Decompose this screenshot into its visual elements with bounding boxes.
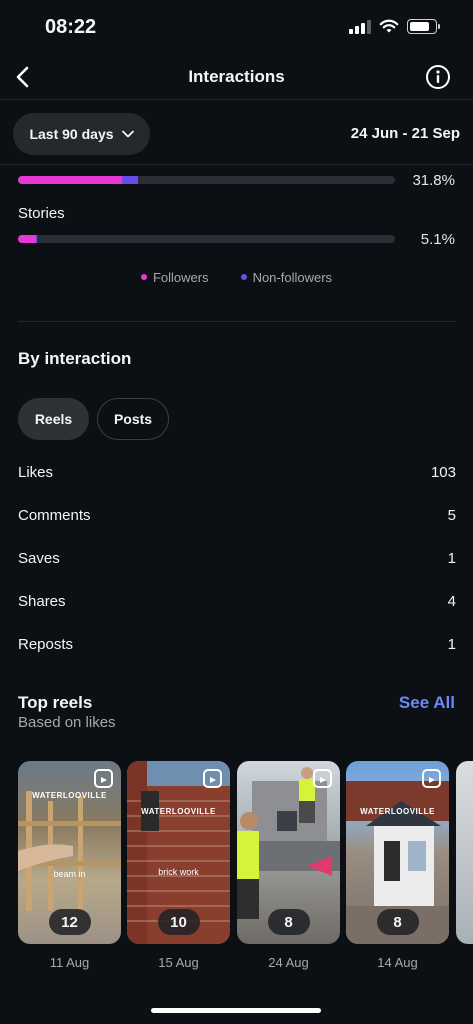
reel-icon — [422, 769, 441, 788]
reel-like-count: 12 — [48, 909, 91, 935]
section-divider — [18, 321, 455, 322]
reel-like-count: 8 — [267, 909, 310, 935]
stories-bar-row: Stories 5.1% — [18, 205, 458, 251]
reel-thumbnail[interactable]: WATERLOOVILLE 8 — [346, 761, 449, 944]
metric-value: 1 — [447, 636, 456, 653]
status-time: 08:22 — [45, 16, 97, 38]
posts-bar-row: 31.8% — [18, 167, 458, 197]
reel-thumbnail-partial[interactable] — [456, 761, 473, 944]
metric-saves: Saves 1 — [18, 550, 456, 570]
cellular-signal-icon — [349, 19, 371, 34]
non-followers-segment — [122, 176, 138, 184]
metric-label: Shares — [18, 593, 66, 610]
posts-progress-bar — [18, 176, 395, 184]
reel-brand-text: WATERLOOVILLE — [32, 791, 107, 800]
metric-value: 4 — [447, 593, 456, 610]
followers-segment — [18, 235, 36, 243]
reel-thumbnail[interactable]: WATERLOOVILLE brick work 10 — [127, 761, 230, 944]
stories-percent: 5.1% — [420, 231, 455, 248]
top-reels-subtitle: Based on likes — [18, 714, 116, 731]
reel-date: 15 Aug — [158, 955, 199, 970]
reel-date: 24 Aug — [268, 955, 309, 970]
posts-percent: 31.8% — [412, 172, 455, 189]
see-all-link[interactable]: See All — [399, 693, 455, 713]
reel-like-count: 8 — [376, 909, 419, 935]
stories-progress-bar — [18, 235, 395, 243]
metric-label: Saves — [18, 550, 60, 567]
by-interaction-title: By interaction — [18, 349, 132, 368]
wifi-icon — [379, 19, 399, 33]
tab-posts[interactable]: Posts — [97, 398, 169, 440]
metric-value: 5 — [447, 507, 456, 524]
legend-non-followers: Non-followers — [240, 270, 332, 285]
reel-date: 14 Aug — [377, 955, 418, 970]
metric-comments: Comments 5 — [18, 507, 456, 527]
date-range-text: 24 Jun - 21 Sep — [350, 125, 460, 142]
stories-label: Stories — [18, 205, 65, 222]
metric-label: Reposts — [18, 636, 74, 653]
reel-thumbnail[interactable]: 8 — [237, 761, 340, 944]
reel-brand-text: WATERLOOVILLE — [141, 807, 216, 816]
followers-segment — [18, 176, 123, 184]
metric-label: Comments — [18, 507, 91, 524]
status-icons — [349, 19, 440, 34]
info-icon[interactable] — [425, 64, 451, 90]
filter-row: Last 90 days 24 Jun - 21 Sep — [0, 101, 473, 165]
reel-icon — [313, 769, 332, 788]
reel-brand-text: WATERLOOVILLE — [360, 807, 435, 816]
reel-date: 11 Aug — [49, 955, 90, 970]
chevron-down-icon — [121, 130, 134, 138]
metric-reposts: Reposts 1 — [18, 636, 456, 656]
status-bar: 08:22 — [0, 0, 473, 56]
metric-label: Likes — [18, 464, 54, 481]
date-range-dropdown[interactable]: Last 90 days — [13, 113, 150, 155]
reel-like-count: 10 — [157, 909, 200, 935]
page-title: Interactions — [188, 67, 285, 86]
metric-shares: Shares 4 — [18, 593, 456, 613]
reel-icon — [203, 769, 222, 788]
non-followers-segment — [35, 235, 38, 243]
nav-header: Interactions — [0, 56, 473, 100]
legend: Followers Non-followers — [0, 270, 473, 285]
date-range-dropdown-label: Last 90 days — [29, 126, 114, 142]
reel-caption: brick work — [158, 867, 199, 877]
home-indicator[interactable] — [151, 1008, 321, 1013]
battery-icon — [407, 19, 440, 34]
reel-caption: beam in — [53, 869, 86, 879]
legend-followers: Followers — [140, 270, 209, 285]
reel-thumbnail[interactable]: WATERLOOVILLE beam in 12 — [18, 761, 121, 944]
tab-reels[interactable]: Reels — [18, 398, 89, 440]
metric-value: 103 — [430, 464, 456, 481]
top-reels-title: Top reels — [18, 693, 93, 712]
reel-icon — [94, 769, 113, 788]
metric-likes: Likes 103 — [18, 464, 456, 484]
metric-value: 1 — [447, 550, 456, 567]
